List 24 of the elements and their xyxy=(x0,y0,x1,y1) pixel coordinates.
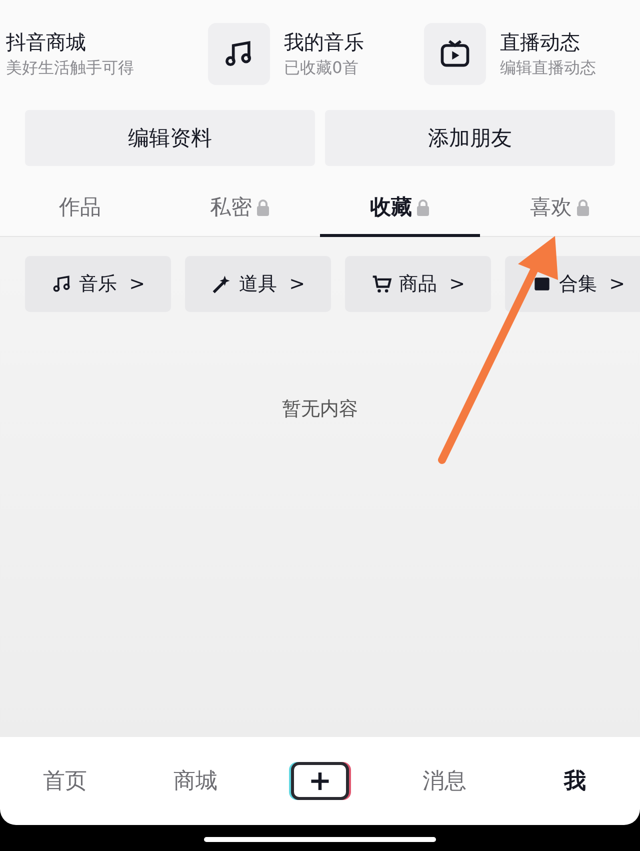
shortcut-subtitle: 美好生活触手可得 xyxy=(6,57,134,79)
profile-action-button[interactable]: 添加朋友 xyxy=(325,110,615,166)
profile-action-button[interactable]: 编辑资料 xyxy=(25,110,315,166)
nav-item[interactable]: 我 xyxy=(510,765,640,797)
filter-chip[interactable]: 音乐 > xyxy=(25,256,171,312)
shortcut-tile[interactable] xyxy=(424,23,486,85)
nav-item[interactable]: 首页 xyxy=(0,765,130,797)
shortcut-subtitle: 已收藏0首 xyxy=(284,57,360,79)
profile-tab[interactable]: 收藏 xyxy=(320,178,480,236)
cart-icon xyxy=(371,273,394,295)
filter-chip[interactable]: 商品 > xyxy=(345,256,491,312)
nav-item[interactable]: 商城 xyxy=(130,765,261,797)
nav-item[interactable]: 消息 xyxy=(379,765,510,797)
profile-tab[interactable]: 喜欢 xyxy=(480,178,640,236)
create-button[interactable]: + xyxy=(291,762,350,800)
shortcut-tile[interactable] xyxy=(208,23,270,85)
profile-tab[interactable]: 私密 xyxy=(160,178,320,236)
filter-chip[interactable]: 道具 > xyxy=(185,256,331,312)
shortcut-title[interactable]: 我的音乐 xyxy=(284,28,364,56)
shortcut-subtitle: 编辑直播动态 xyxy=(500,57,596,79)
empty-message: 暂无内容 xyxy=(281,397,359,422)
shortcut-title[interactable]: 抖音商城 xyxy=(6,28,134,56)
profile-tab[interactable]: 作品 xyxy=(0,178,160,236)
shortcut-title[interactable]: 直播动态 xyxy=(500,28,596,56)
